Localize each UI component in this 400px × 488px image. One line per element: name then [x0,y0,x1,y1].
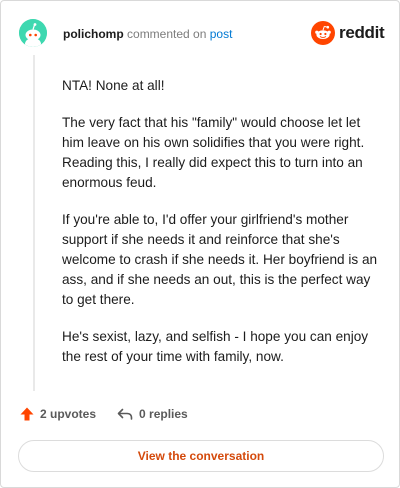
username-link[interactable]: polichomp [63,27,124,41]
reddit-logo[interactable]: reddit [311,21,385,45]
embedded-comment-card: polichomp commented on post reddit NTA! … [0,0,400,488]
snoo-avatar-icon [19,19,47,47]
reddit-wordmark: reddit [339,23,385,42]
avatar[interactable] [19,19,47,47]
comment-paragraph: NTA! None at all! [62,78,165,93]
comment-body: NTA! None at all! The very fact that his… [62,76,380,367]
thread-line[interactable] [33,55,35,391]
view-conversation-label: View the conversation [137,449,265,463]
view-conversation-button[interactable]: View the conversation [18,440,384,472]
reddit-snoo-icon [311,21,335,45]
comment-paragraph: If you're able to, I'd offer your girlfr… [62,212,378,307]
comment-paragraph: The very fact that his "family" would ch… [62,115,365,190]
comment-paragraph: He's sexist, lazy, and selfish - I hope … [62,329,369,364]
reply-arrow-icon [117,408,133,420]
replies-count: 0 replies [139,407,188,421]
replies-item[interactable]: 0 replies [116,406,188,422]
upvotes-count: 2 upvotes [40,407,97,421]
action-text: commented on [127,27,207,41]
post-link[interactable]: post [210,27,233,41]
comment-footer: 2 upvotes 0 replies [19,406,188,422]
upvote-arrow-icon [20,407,34,421]
comment-header: polichomp commented on post [63,26,232,42]
upvotes-item[interactable]: 2 upvotes [19,406,96,422]
